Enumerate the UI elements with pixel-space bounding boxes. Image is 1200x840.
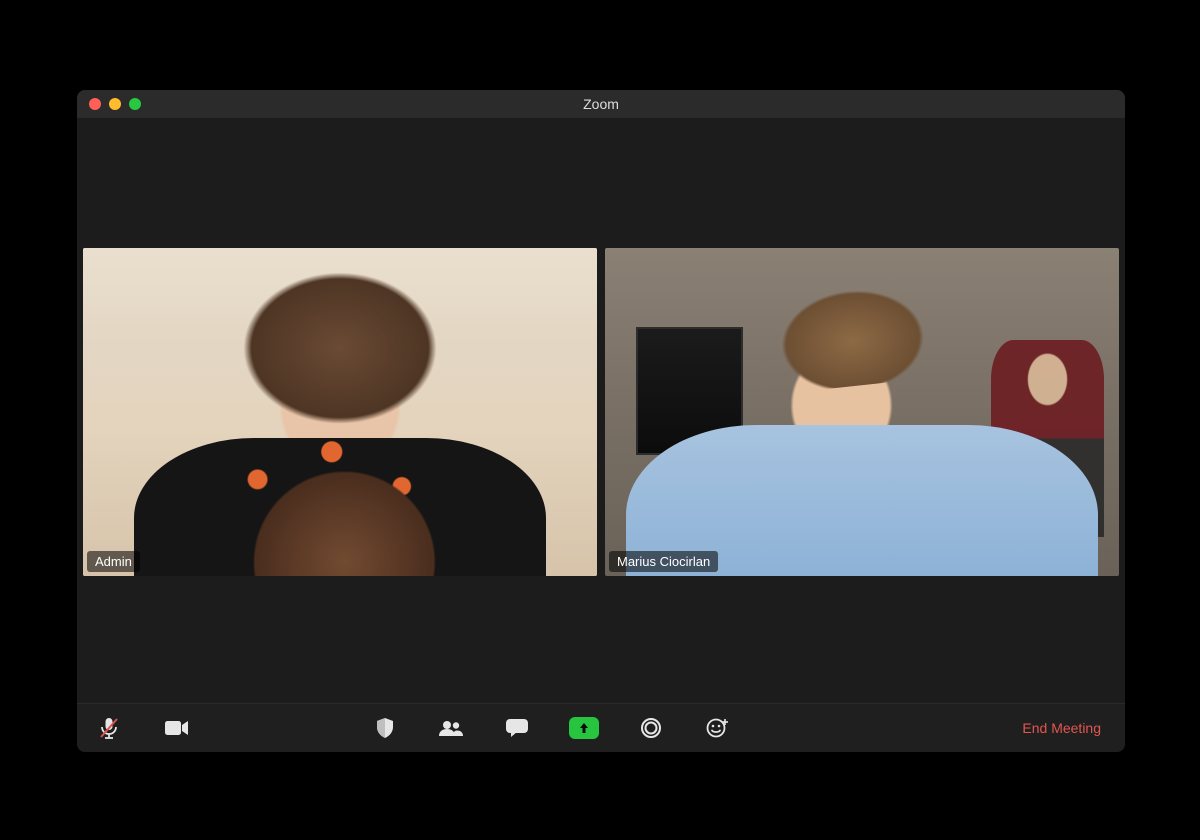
record-button[interactable] <box>637 714 665 742</box>
meeting-toolbar: End Meeting <box>77 703 1125 752</box>
zoom-window: Zoom Admin Marius Ciocirlan <box>77 90 1125 752</box>
participant-tile-admin[interactable]: Admin <box>83 248 597 576</box>
participant-name-label: Marius Ciocirlan <box>609 551 718 572</box>
participant-name-label: Admin <box>87 551 140 572</box>
record-icon <box>641 718 661 738</box>
shield-icon <box>376 718 394 738</box>
people-icon <box>439 720 463 736</box>
video-icon <box>165 720 189 736</box>
mute-button[interactable] <box>95 714 123 742</box>
window-controls <box>89 98 141 110</box>
titlebar: Zoom <box>77 90 1125 118</box>
window-title: Zoom <box>583 96 619 112</box>
video-button[interactable] <box>163 714 191 742</box>
share-screen-button[interactable] <box>569 717 599 739</box>
chat-button[interactable] <box>503 714 531 742</box>
chat-icon <box>506 719 528 737</box>
smiley-plus-icon <box>706 718 728 738</box>
fullscreen-window-button[interactable] <box>129 98 141 110</box>
video-grid: Admin Marius Ciocirlan <box>77 118 1125 703</box>
end-meeting-button[interactable]: End Meeting <box>1016 716 1107 740</box>
participant-tile-marius[interactable]: Marius Ciocirlan <box>605 248 1119 576</box>
share-screen-icon <box>577 721 591 735</box>
security-button[interactable] <box>371 714 399 742</box>
participant-video <box>83 248 597 576</box>
participant-video <box>605 248 1119 576</box>
minimize-window-button[interactable] <box>109 98 121 110</box>
close-window-button[interactable] <box>89 98 101 110</box>
participants-button[interactable] <box>437 714 465 742</box>
microphone-muted-icon <box>99 717 119 739</box>
reactions-button[interactable] <box>703 714 731 742</box>
